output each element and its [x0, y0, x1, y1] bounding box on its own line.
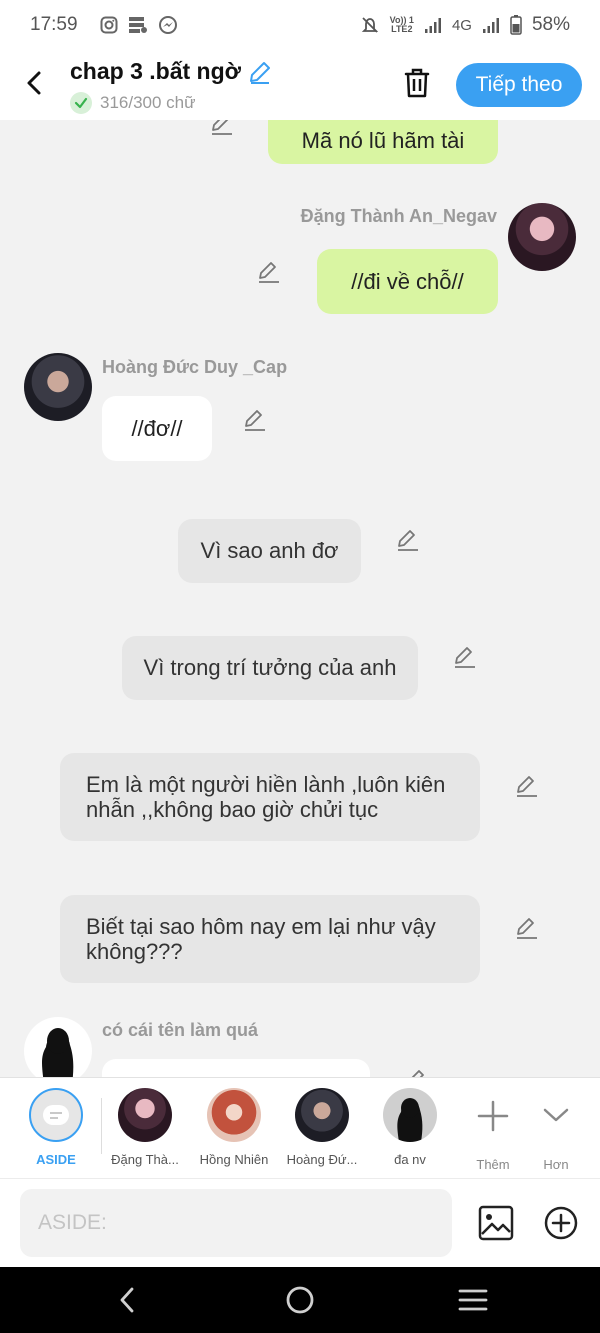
aside-avatar [29, 1088, 83, 1142]
nav-menu-icon[interactable] [456, 1286, 490, 1314]
aside-bubble[interactable]: Biết tại sao hôm nay em lại như vậy khôn… [60, 895, 480, 983]
silhouette-icon [397, 1098, 423, 1142]
message-bubble[interactable]: //đi về chỗ// [317, 249, 498, 314]
message-bubble[interactable]: //đơ// [102, 396, 212, 461]
aside-bubble[interactable]: Em là một người hiền lành ,luôn kiên nhẫ… [60, 753, 480, 841]
edit-icon[interactable] [514, 916, 540, 942]
edit-icon[interactable] [256, 260, 282, 286]
sender-name: có cái tên làm quá [102, 1020, 259, 1040]
chapter-title[interactable]: chap 3 .bất ngờ [70, 58, 273, 85]
network-type: 4G [451, 16, 472, 34]
character-label: ASIDE [36, 1152, 76, 1167]
battery-level: 58% [531, 14, 570, 35]
edit-icon[interactable] [395, 528, 421, 554]
character-item[interactable]: Hoàng Đứ... [277, 1088, 367, 1167]
avatar [207, 1088, 261, 1142]
network-label: Vo)) 1 LTE2 [389, 15, 414, 34]
character-item[interactable]: Hồng Nhiên [189, 1088, 279, 1167]
back-arrow-icon[interactable] [20, 68, 50, 98]
storage-icon [128, 17, 147, 33]
aside-input[interactable] [20, 1189, 452, 1257]
avatar [118, 1088, 172, 1142]
chevron-down-icon [543, 1108, 569, 1122]
message-bubble[interactable]: Mã nó lũ hãm tài [268, 120, 498, 164]
image-icon[interactable] [477, 1204, 515, 1242]
edit-icon[interactable] [242, 408, 268, 434]
edit-icon[interactable] [452, 645, 478, 671]
sender-name: Đặng Thành An_Negav [300, 206, 497, 226]
nav-back-icon[interactable] [114, 1285, 142, 1315]
status-time: 17:59 [30, 14, 78, 35]
composer [0, 1178, 600, 1267]
chat-area[interactable]: Mã nó lũ hãm tài Đặng Thành An_Negav //đ… [0, 120, 600, 1077]
character-label: Đặng Thà... [111, 1152, 179, 1167]
character-aside[interactable]: ASIDE [11, 1088, 101, 1167]
chapter-title-text: chap 3 .bất ngờ [70, 58, 241, 84]
character-label: đa nv [394, 1152, 426, 1167]
edit-icon[interactable] [209, 120, 235, 138]
avatar [295, 1088, 349, 1142]
aside-bubble[interactable]: Vì sao anh đơ [178, 519, 361, 583]
system-navbar [0, 1267, 600, 1333]
character-label: Hoàng Đứ... [286, 1152, 358, 1167]
more-button[interactable]: Hơn [511, 1088, 600, 1172]
signal-icon [482, 18, 499, 33]
character-selector: ASIDE Đặng Thà... Hồng Nhiên Hoàng Đứ...… [0, 1077, 600, 1178]
mute-icon [361, 17, 378, 33]
check-icon [70, 92, 92, 114]
avatar [383, 1088, 437, 1142]
trash-icon[interactable] [400, 66, 434, 100]
add-circle-icon[interactable] [542, 1204, 580, 1242]
editor-header: chap 3 .bất ngờ 316/300 chữ Tiếp theo [0, 50, 600, 120]
battery-icon [510, 15, 522, 35]
character-item[interactable]: Đặng Thà... [100, 1088, 190, 1167]
character-item[interactable]: đa nv [365, 1088, 455, 1167]
silhouette-icon [42, 1028, 74, 1077]
instagram-icon [100, 16, 118, 34]
avatar[interactable] [24, 1017, 92, 1077]
sender-name: Hoàng Đức Duy _Cap [102, 357, 288, 377]
word-count-text: 316/300 chữ [100, 93, 196, 112]
messenger-icon [158, 16, 177, 34]
chat-bubble-icon [43, 1105, 69, 1125]
message-bubble[interactable] [102, 1059, 370, 1077]
next-button[interactable]: Tiếp theo [456, 63, 582, 107]
aside-bubble[interactable]: Vì trong trí tưởng của anh [122, 636, 418, 700]
edit-icon[interactable] [514, 774, 540, 800]
signal-icon [424, 18, 441, 33]
edit-icon[interactable] [404, 1068, 430, 1077]
pencil-icon[interactable] [247, 59, 273, 85]
status-bar: 17:59 Vo)) 1 LTE2 4G 58% [0, 0, 600, 50]
more-label: Hơn [543, 1157, 569, 1172]
word-count: 316/300 chữ [70, 92, 196, 114]
character-label: Hồng Nhiên [199, 1152, 269, 1167]
avatar[interactable] [24, 353, 92, 421]
nav-home-icon[interactable] [284, 1284, 316, 1316]
avatar[interactable] [508, 203, 576, 271]
